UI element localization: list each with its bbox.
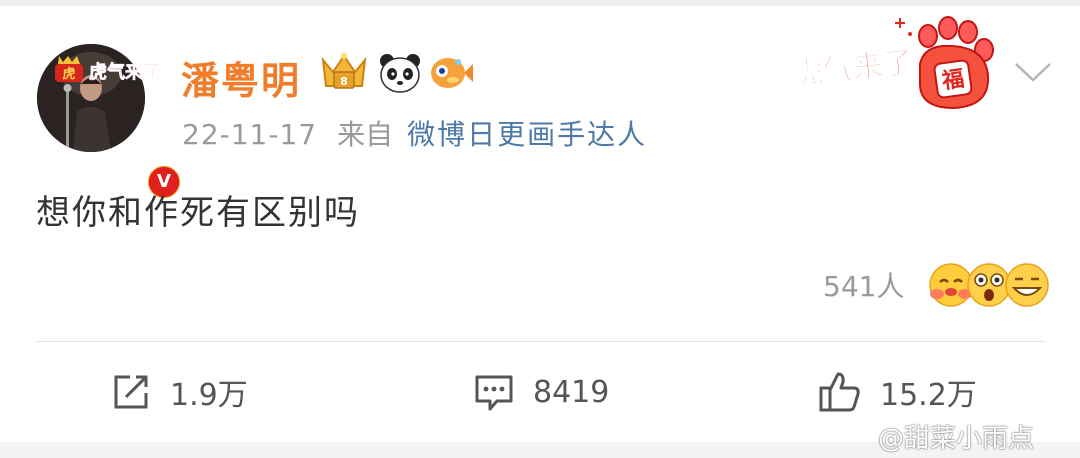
post-text: 想你和作死有区别吗 (36, 193, 360, 233)
tiger-year-avatar-frame: 虎 虎气来了 (55, 56, 161, 83)
svg-text:8: 8 (340, 75, 348, 88)
comment-button[interactable]: 8419 (473, 368, 609, 416)
panda-badge-icon[interactable] (378, 52, 422, 94)
top-separator (0, 0, 1080, 6)
weibo-post-card: 虎 虎气来了 V 潘粤明 8 22-11-17 来自 微博日更画手达人 虎气来了… (0, 0, 1080, 458)
post-date: 22-11-17 (182, 118, 318, 151)
avatar-badge-text: 虎气来了 (89, 61, 161, 83)
post-from-label: 来自 (337, 118, 394, 151)
like-count: 15.2万 (880, 378, 977, 413)
user-name[interactable]: 潘粤明 (181, 50, 301, 105)
post-meta: 22-11-17 来自 微博日更画手达人 (182, 113, 647, 153)
comment-count: 8419 (533, 374, 610, 410)
svg-text:虎: 虎 (62, 66, 75, 82)
fish-badge-icon[interactable] (428, 52, 474, 94)
fu-text: 福 (940, 67, 966, 95)
watermark: @甜菜小雨点 (878, 424, 1035, 454)
like-button[interactable]: 15.2万 (818, 368, 977, 416)
repost-icon (114, 375, 148, 409)
tiger-year-banner[interactable]: 虎气来了 福 (802, 14, 1002, 114)
repost-count: 1.9万 (170, 378, 248, 413)
tiger-banner-text: 虎气来了 (802, 45, 915, 92)
sparkle-icon (895, 18, 912, 36)
thumbs-up-icon (819, 372, 860, 412)
tiger-paw-icon: 福 (918, 16, 994, 110)
reactions-summary[interactable]: 541人 (823, 262, 1050, 308)
comment-icon (475, 375, 513, 411)
chevron-down-icon[interactable] (1012, 56, 1054, 86)
grin-emoji-icon (1005, 263, 1050, 307)
divider (36, 341, 1046, 342)
crown-badge-icon[interactable]: 8 (317, 50, 371, 94)
post-source-link[interactable]: 微博日更画手达人 (407, 118, 647, 151)
repost-button[interactable]: 1.9万 (110, 368, 248, 416)
avatar[interactable]: 虎 虎气来了 V (37, 44, 183, 201)
reaction-emojis (928, 262, 1050, 308)
reaction-count: 541人 (823, 270, 905, 303)
